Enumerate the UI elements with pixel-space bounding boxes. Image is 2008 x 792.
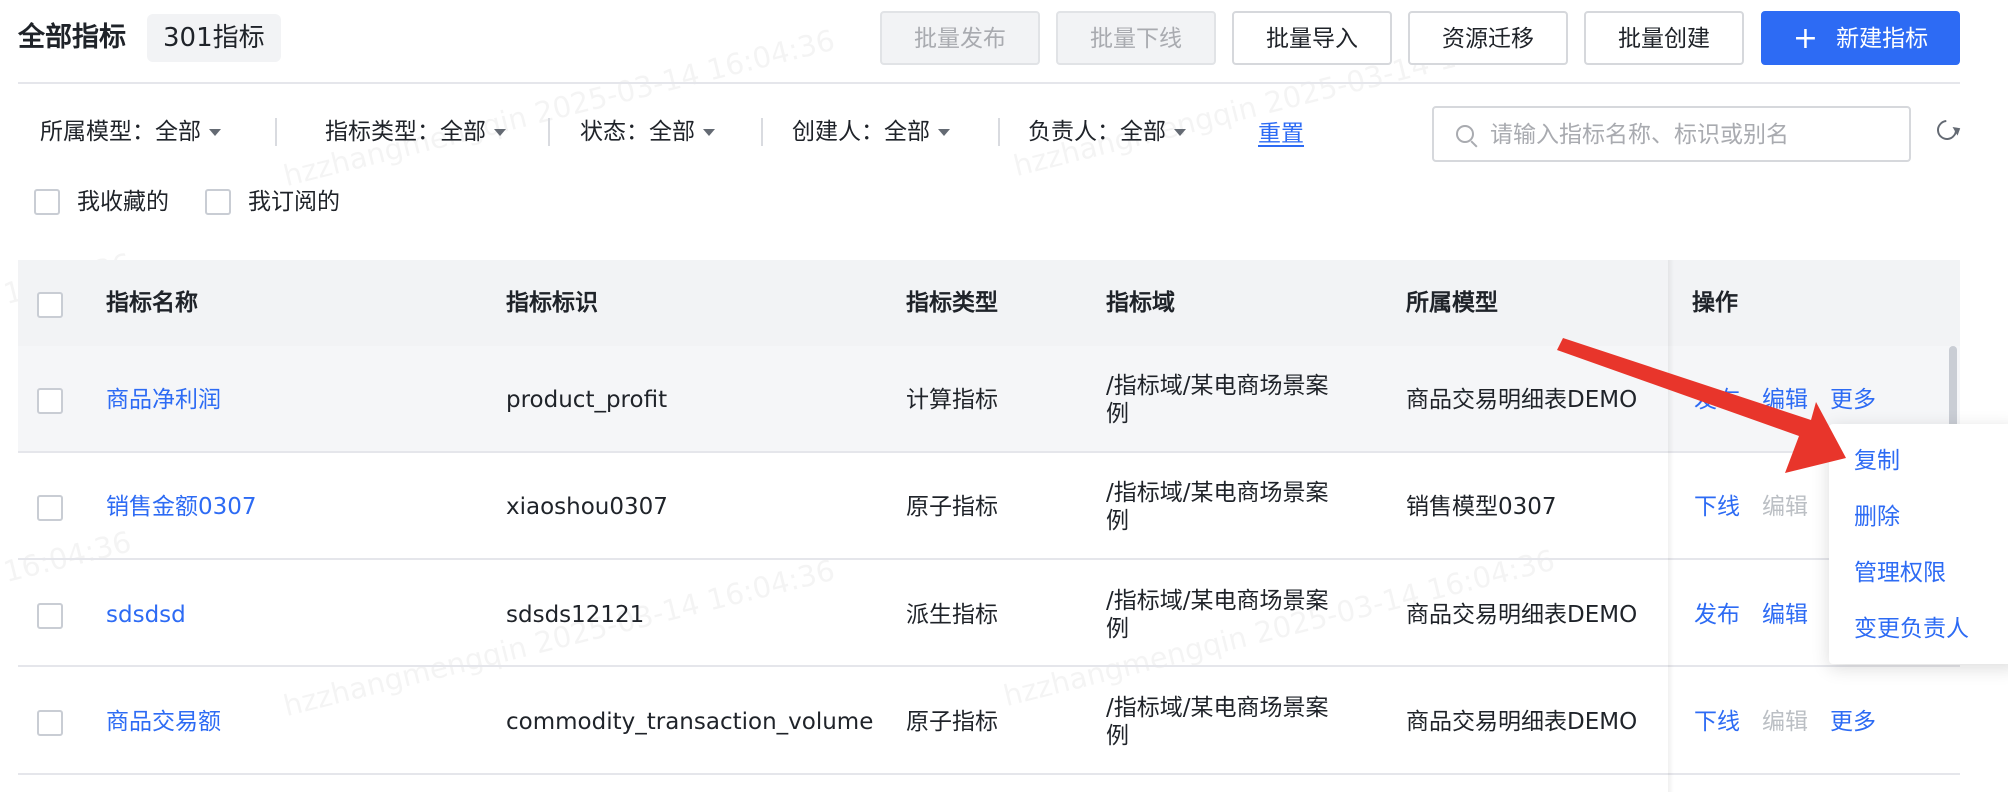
refresh-icon[interactable] [1932,115,1962,145]
new-metric-label: 新建指标 [1836,26,1929,52]
new-metric-button[interactable]: + 新建指标 [1761,11,1960,65]
edit-link-disabled: 编辑 [1762,709,1808,735]
more-actions-menu: 复制 删除 管理权限 变更负责人 [1829,424,2008,664]
menu-item-change-owner[interactable]: 变更负责人 [1854,614,1969,644]
metric-type: 原子指标 [906,494,998,520]
favorites-checkbox[interactable] [34,189,60,215]
filter-status[interactable]: 状态：全部 [580,114,715,150]
metric-id: commodity_transaction_volume [506,709,874,735]
metric-id: xiaoshou0307 [506,494,668,520]
batch-create-button[interactable]: 批量创建 [1584,11,1744,65]
row-checkbox[interactable] [37,710,63,736]
batch-import-button[interactable]: 批量导入 [1232,11,1392,65]
publish-link[interactable]: 发布 [1694,386,1740,414]
metric-type: 派生指标 [906,602,998,628]
offline-link[interactable]: 下线 [1694,708,1740,736]
publish-link[interactable]: 发布 [1694,601,1740,629]
edit-link[interactable]: 编辑 [1762,386,1808,414]
metric-type: 原子指标 [906,709,998,735]
metric-domain: /指标域/某电商场景案例 [1106,695,1329,749]
filter-owner-label: 负责人：全部 [1028,119,1166,145]
page-title: 全部指标 [18,22,126,53]
header-divider [18,82,1960,84]
caret-down-icon [703,129,715,136]
menu-item-manage-permissions[interactable]: 管理权限 [1854,558,1946,588]
edit-link-disabled: 编辑 [1762,494,1808,520]
metric-name-link[interactable]: 销售金额0307 [106,493,257,521]
row-checkbox[interactable] [37,495,63,521]
metric-id: product_profit [506,387,668,413]
column-header-model: 所属模型 [1406,290,1498,316]
filter-metric-type[interactable]: 指标类型：全部 [325,114,506,150]
metric-model: 商品交易明细表DEMO [1406,602,1638,628]
select-all-checkbox[interactable] [37,292,63,318]
caret-down-icon [209,129,221,136]
menu-item-delete[interactable]: 删除 [1854,502,1900,532]
favorites-label: 我收藏的 [77,189,169,215]
metric-model: 销售模型0307 [1406,494,1557,520]
watermark: hzzhangmengqin 2025-03-14 16:04:36 [280,23,838,193]
caret-down-icon [1174,129,1186,136]
more-link[interactable]: 更多 [1830,386,1876,414]
row-checkbox[interactable] [37,388,63,414]
batch-publish-button[interactable]: 批量发布 [880,11,1040,65]
metric-domain: /指标域/某电商场景案例 [1106,480,1329,534]
actions-column-shadow [1668,260,1674,792]
filter-divider [548,118,550,146]
column-header-type[interactable]: 指标类型 [906,286,998,320]
column-header-actions: 操作 [1692,290,1738,316]
caret-down-icon [938,129,950,136]
plus-icon: + [1792,21,1819,56]
filter-model[interactable]: 所属模型：全部 [40,114,221,150]
metric-name-link[interactable]: 商品交易额 [106,708,221,736]
filter-creator-label: 创建人：全部 [792,119,930,145]
column-header-domain[interactable]: 指标域 [1106,286,1175,320]
reset-link[interactable]: 重置 [1258,116,1304,152]
filter-divider [998,118,1000,146]
filter-owner[interactable]: 负责人：全部 [1028,114,1186,150]
subscribed-label: 我订阅的 [248,189,340,215]
filter-divider [275,118,277,146]
subscribed-checkbox[interactable] [205,189,231,215]
metric-domain: /指标域/某电商场景案例 [1106,588,1329,642]
column-header-name[interactable]: 指标名称 [106,286,198,320]
resource-migrate-button[interactable]: 资源迁移 [1408,11,1568,65]
filter-creator[interactable]: 创建人：全部 [792,114,950,150]
metric-id: sdsds12121 [506,602,645,628]
metric-name-link[interactable]: 商品净利润 [106,386,221,414]
metric-model: 商品交易明细表DEMO [1406,387,1638,413]
edit-link[interactable]: 编辑 [1762,601,1808,629]
metric-name-link[interactable]: sdsdsd [106,601,186,629]
metric-type: 计算指标 [906,387,998,413]
caret-down-icon [494,129,506,136]
menu-item-copy[interactable]: 复制 [1854,446,1900,476]
metric-domain: /指标域/某电商场景案例 [1106,373,1329,427]
offline-link[interactable]: 下线 [1694,493,1740,521]
search-icon [1456,125,1474,143]
filter-model-label: 所属模型：全部 [40,119,201,145]
search-box[interactable] [1432,106,1911,162]
more-link[interactable]: 更多 [1830,708,1876,736]
metric-count-badge: 301指标 [147,14,281,62]
column-header-id[interactable]: 指标标识 [506,286,598,320]
filter-divider [761,118,763,146]
batch-offline-button[interactable]: 批量下线 [1056,11,1216,65]
filter-status-label: 状态：全部 [580,119,695,145]
search-input[interactable] [1488,116,1902,154]
row-checkbox[interactable] [37,603,63,629]
filter-metric-type-label: 指标类型：全部 [325,119,486,145]
metric-model: 商品交易明细表DEMO [1406,709,1638,735]
